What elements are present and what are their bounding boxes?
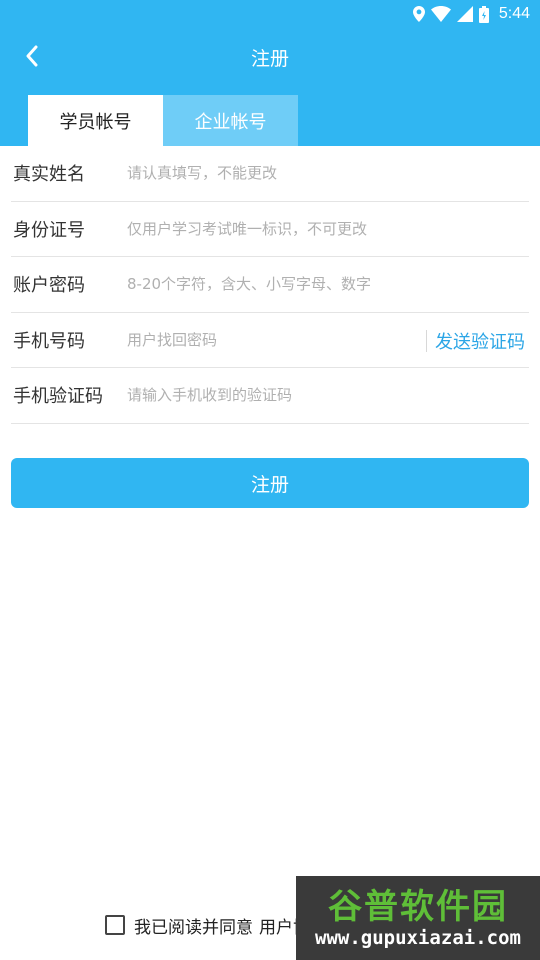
send-code-button[interactable]: 发送验证码: [426, 329, 525, 353]
form-row-verify-code: 手机验证码: [11, 368, 529, 424]
watermark-url: www.gupuxiazai.com: [315, 927, 521, 949]
battery-icon: [478, 5, 489, 23]
verify-code-input[interactable]: [127, 375, 529, 416]
status-icons: 5:44: [412, 4, 530, 24]
signal-icon: [456, 6, 473, 22]
status-bar: 5:44: [0, 0, 540, 28]
page-title: 注册: [250, 48, 289, 70]
form-row-password: 账户密码: [11, 257, 529, 313]
watermark-title: 谷普软件园: [328, 887, 508, 927]
registration-form: 真实姓名 身份证号 账户密码 手机号码 发送验证码 手机验证码: [11, 146, 529, 424]
location-icon: [412, 6, 425, 22]
tab-student-label: 学员帐号: [59, 111, 132, 133]
id-number-label: 身份证号: [13, 219, 85, 241]
tab-student-account[interactable]: 学员帐号: [28, 95, 163, 146]
phone-label: 手机号码: [13, 330, 85, 352]
agreement-text: 我已阅读并同意: [134, 917, 253, 938]
tab-company-account[interactable]: 企业帐号: [163, 95, 298, 146]
password-label: 账户密码: [13, 275, 85, 297]
form-row-real-name: 真实姓名: [11, 146, 529, 202]
form-row-phone: 手机号码 发送验证码: [11, 313, 529, 368]
agreement-checkbox[interactable]: [105, 915, 125, 935]
watermark-logo: 谷普软件园 www.gupuxiazai.com: [296, 876, 540, 960]
real-name-label: 真实姓名: [13, 164, 85, 186]
id-number-input[interactable]: [127, 208, 529, 249]
form-row-id-number: 身份证号: [11, 202, 529, 257]
verify-code-label: 手机验证码: [13, 386, 103, 408]
tab-company-label: 企业帐号: [194, 111, 267, 133]
password-input[interactable]: [127, 264, 529, 305]
status-time: 5:44: [498, 5, 530, 22]
wifi-icon: [430, 6, 451, 22]
register-button[interactable]: 注册: [11, 458, 529, 508]
real-name-input[interactable]: [127, 153, 529, 194]
